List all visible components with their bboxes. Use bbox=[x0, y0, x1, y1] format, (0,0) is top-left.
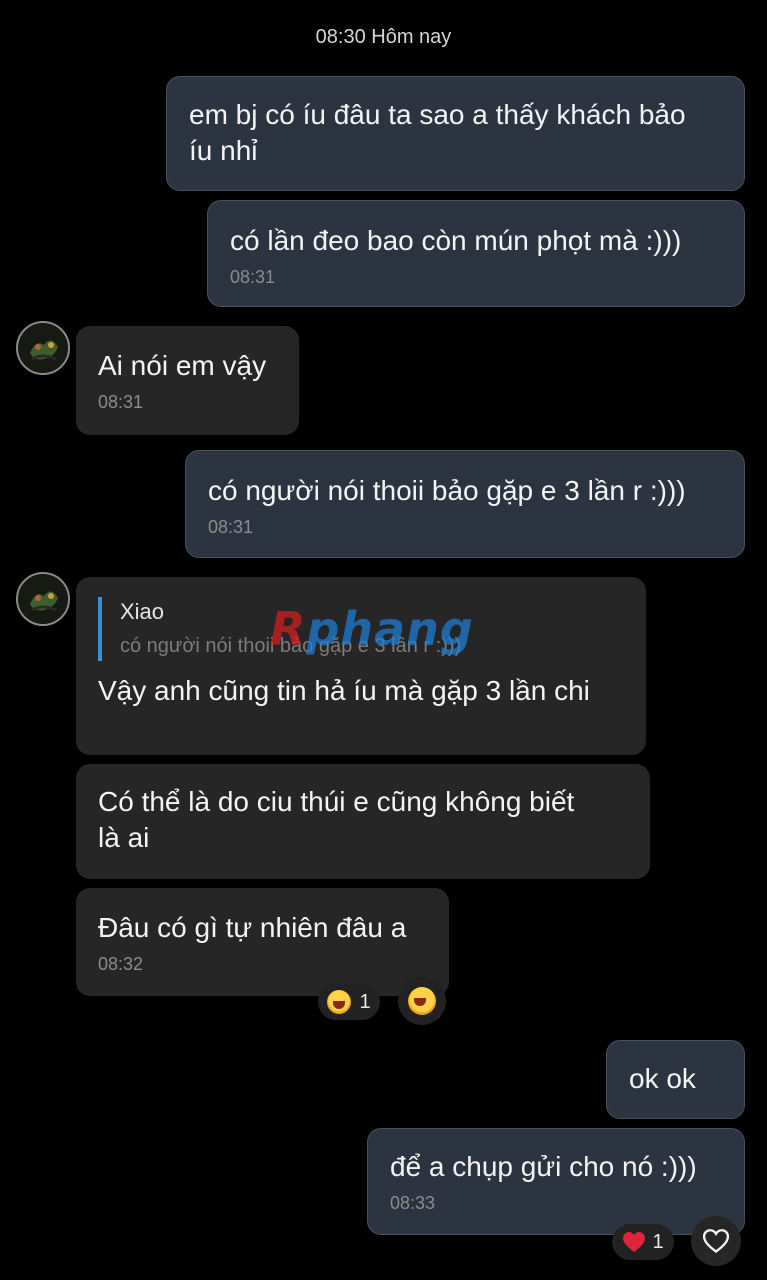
reaction-count: 1 bbox=[359, 990, 371, 1013]
message-text: Có thể là do ciu thúi e cũng không biết … bbox=[98, 786, 575, 853]
avatar-image bbox=[18, 574, 68, 624]
reply-quote-text: có người nói thoii bảo gặp e 3 lần r :))… bbox=[120, 635, 462, 657]
reply-quote-sender: Xiao bbox=[120, 599, 165, 624]
like-button[interactable] bbox=[691, 1216, 741, 1266]
incoming-message[interactable]: Ai nói em vậy 08:31 bbox=[76, 326, 299, 435]
add-reaction-button[interactable] bbox=[398, 977, 446, 1025]
incoming-message[interactable]: Có thể là do ciu thúi e cũng không biết … bbox=[76, 764, 650, 879]
message-text: Đâu có gì tự nhiên đâu a bbox=[98, 912, 407, 943]
message-text: ok ok bbox=[629, 1063, 696, 1094]
date-separator: 08:30 Hôm nay bbox=[315, 26, 452, 48]
message-timestamp: 08:32 bbox=[98, 954, 144, 974]
avatar[interactable] bbox=[16, 321, 70, 375]
incoming-message[interactable]: Đâu có gì tự nhiên đâu a 08:32 bbox=[76, 888, 449, 996]
message-text: em bj có íu đâu ta sao a thấy khách bảo … bbox=[189, 99, 686, 166]
reaction-pill[interactable]: 1 bbox=[612, 1224, 674, 1260]
message-text: có lần đeo bao còn mún phọt mà :))) bbox=[230, 225, 682, 256]
message-text: để a chụp gửi cho nó :))) bbox=[390, 1151, 697, 1182]
red-heart-icon bbox=[623, 1232, 646, 1252]
laughing-face-icon bbox=[327, 990, 352, 1014]
reply-quote[interactable]: Xiao có người nói thoii bảo gặp e 3 lần … bbox=[98, 597, 624, 661]
message-text: Ai nói em vậy bbox=[98, 350, 267, 381]
heart-outline-icon bbox=[702, 1229, 730, 1253]
avatar-image bbox=[18, 323, 68, 373]
message-timestamp: 08:31 bbox=[230, 267, 276, 287]
message-timestamp: 08:31 bbox=[98, 392, 144, 412]
avatar[interactable] bbox=[16, 572, 70, 626]
message-text: Vậy anh cũng tin hả íu mà gặp 3 lần chi bbox=[98, 675, 590, 706]
message-timestamp: 08:33 bbox=[390, 1193, 436, 1213]
outgoing-message[interactable]: có lần đeo bao còn mún phọt mà :))) 08:3… bbox=[207, 200, 745, 307]
outgoing-message[interactable]: em bj có íu đâu ta sao a thấy khách bảo … bbox=[166, 76, 745, 191]
laughing-face-icon bbox=[408, 987, 436, 1015]
outgoing-message[interactable]: ok ok bbox=[606, 1040, 745, 1119]
reaction-pill[interactable]: 1 bbox=[318, 984, 380, 1020]
incoming-message[interactable]: Xiao có người nói thoii bảo gặp e 3 lần … bbox=[76, 577, 646, 755]
message-text: có người nói thoii bảo gặp e 3 lần r :))… bbox=[208, 475, 686, 506]
outgoing-message[interactable]: có người nói thoii bảo gặp e 3 lần r :))… bbox=[185, 450, 745, 558]
outgoing-message[interactable]: để a chụp gửi cho nó :))) 08:33 bbox=[367, 1128, 745, 1235]
message-timestamp: 08:31 bbox=[208, 517, 254, 537]
reaction-count: 1 bbox=[652, 1230, 664, 1253]
